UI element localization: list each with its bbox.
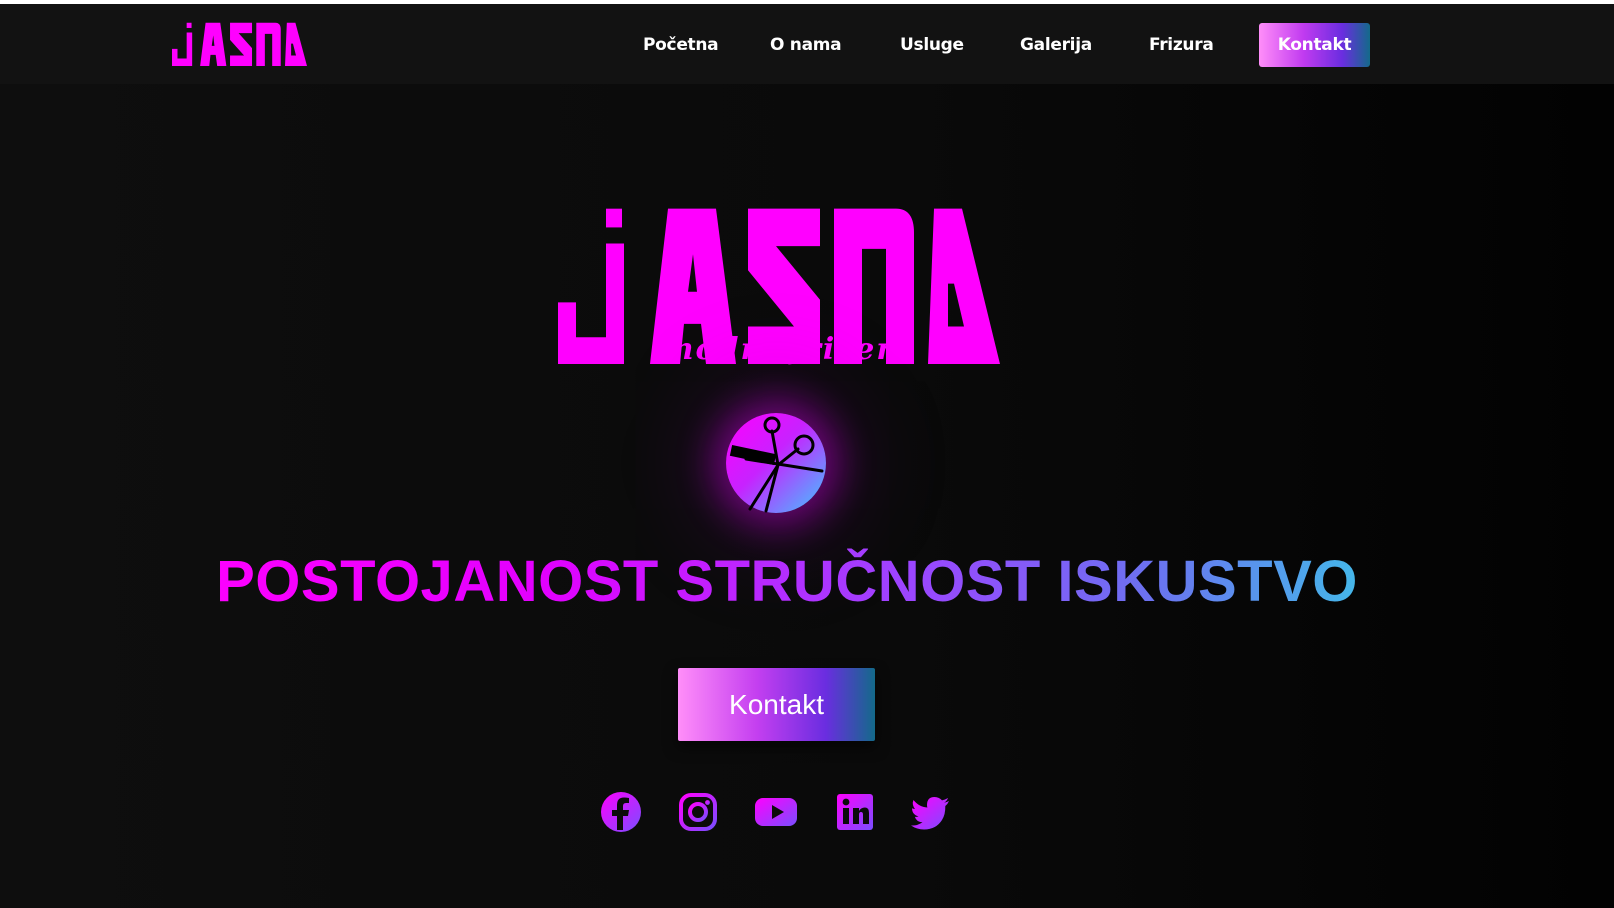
youtube-icon[interactable] [754,790,798,834]
nav-item-pocetna[interactable]: Početna [643,35,719,55]
nav-item-o-nama[interactable]: O nama [770,35,842,55]
navbar: Početna O nama Usluge Galerija Frizura K… [0,4,1614,84]
nav-item-galerija[interactable]: Galerija [1020,35,1092,55]
scissors-comb-icon [726,413,826,513]
twitter-icon[interactable] [909,790,953,834]
hero-subtitle: modni frizer [661,332,895,367]
facebook-icon[interactable] [599,790,643,834]
linkedin-icon[interactable] [833,790,877,834]
nav-item-usluge[interactable]: Usluge [900,35,964,55]
nav-item-frizura[interactable]: Frizura [1149,35,1214,55]
instagram-icon[interactable] [676,790,720,834]
brand-logo[interactable] [172,22,307,66]
hero-tagline: POSTOJANOST STRUČNOST ISKUSTVO [180,548,1394,615]
nav-contact-button[interactable]: Kontakt [1259,23,1370,67]
hero-contact-button[interactable]: Kontakt [678,668,875,741]
